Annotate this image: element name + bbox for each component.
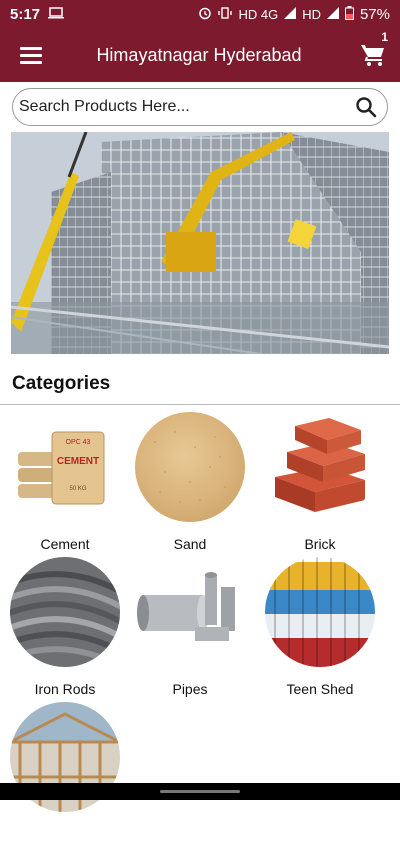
category-cement[interactable]: OPC 43 CEMENT 50 KG Cement bbox=[0, 412, 130, 557]
category-label: Teen Shed bbox=[286, 681, 354, 697]
status-bar: 5:17 HD 4G HD 57% bbox=[0, 0, 400, 28]
cart-icon bbox=[361, 45, 384, 66]
home-gesture-pill[interactable] bbox=[160, 790, 240, 793]
category-label: Iron Rods bbox=[34, 681, 96, 697]
pipes-image bbox=[135, 557, 245, 667]
cart-count-badge: 1 bbox=[381, 30, 388, 44]
battery-percent: 57% bbox=[359, 5, 390, 23]
cement-image: OPC 43 CEMENT 50 KG bbox=[10, 412, 120, 522]
search-icon[interactable] bbox=[353, 94, 379, 120]
signal2-icon bbox=[326, 6, 339, 22]
sand-image bbox=[135, 412, 245, 522]
category-label: Sand bbox=[173, 536, 207, 552]
menu-icon bbox=[20, 45, 42, 66]
signal-icon bbox=[284, 6, 297, 22]
cart-button[interactable]: 1 bbox=[346, 28, 400, 82]
laptop-icon bbox=[48, 6, 65, 23]
network-label: HD 4G bbox=[238, 6, 279, 22]
cement-bag-name: CEMENT bbox=[57, 456, 99, 467]
categories-title: Categories bbox=[12, 373, 111, 394]
network2-label: HD bbox=[302, 6, 321, 22]
menu-button[interactable] bbox=[0, 28, 62, 82]
brick-image bbox=[265, 412, 375, 522]
cement-bag-brand: OPC 43 bbox=[66, 439, 91, 446]
cement-bag-weight: 50 KG bbox=[69, 486, 86, 492]
search-bar bbox=[12, 88, 388, 126]
teen-shed-image bbox=[265, 557, 375, 667]
category-iron-rods[interactable]: Iron Rods bbox=[0, 557, 130, 702]
categories-divider bbox=[0, 404, 400, 405]
category-brick[interactable]: Brick bbox=[255, 412, 385, 557]
battery-icon bbox=[344, 5, 354, 23]
category-wood-frame[interactable] bbox=[0, 702, 130, 847]
iron-rods-image bbox=[10, 557, 120, 667]
category-teen-shed[interactable]: Teen Shed bbox=[255, 557, 385, 702]
search-input[interactable] bbox=[19, 98, 353, 116]
banner-image[interactable] bbox=[11, 132, 389, 354]
category-pipes[interactable]: Pipes bbox=[125, 557, 255, 702]
app-bar: Himayatnagar Hyderabad 1 bbox=[0, 28, 400, 82]
category-label: Pipes bbox=[172, 681, 208, 697]
category-label: Brick bbox=[304, 536, 336, 552]
status-time: 5:17 bbox=[10, 5, 41, 23]
location-title: Himayatnagar Hyderabad bbox=[96, 44, 302, 65]
category-sand[interactable]: Sand bbox=[125, 412, 255, 557]
vibrate-icon bbox=[218, 6, 233, 23]
alarm-icon bbox=[198, 6, 212, 23]
system-nav-bar bbox=[0, 783, 400, 800]
category-label: Cement bbox=[40, 536, 90, 552]
